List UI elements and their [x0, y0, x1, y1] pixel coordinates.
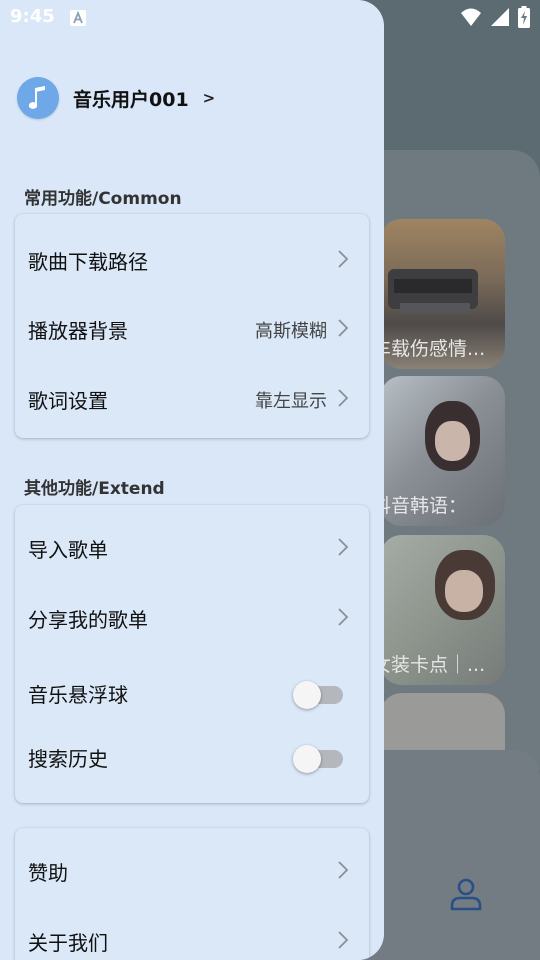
status-bar: 9:45	[0, 0, 540, 36]
setting-label: 分享我的歌单	[28, 608, 148, 632]
setting-label: 导入歌单	[28, 538, 108, 562]
setting-value: 靠左显示	[255, 391, 327, 412]
background-card-caption: 车载伤感情...	[380, 338, 486, 360]
chevron-right-icon	[338, 538, 349, 556]
user-icon	[450, 878, 482, 911]
setting-label: 搜索历史	[28, 747, 108, 771]
section-title-common: 常用功能/Common	[24, 189, 182, 209]
chevron-right-icon	[338, 250, 349, 268]
common-settings-card: 歌曲下载路径 播放器背景 高斯模糊 歌词设置 靠左显示	[15, 214, 369, 438]
menu-label: 赞助	[28, 861, 68, 885]
toggle-thumb	[293, 681, 321, 709]
status-time: 9:45	[10, 6, 55, 27]
user-profile-row[interactable]: 音乐用户001 >	[17, 76, 215, 120]
setting-floating-ball: 音乐悬浮球	[15, 667, 369, 717]
background-playlist-card: 抖音韩语：	[380, 376, 505, 526]
music-note-icon	[28, 86, 45, 109]
extend-settings-card: 导入歌单 分享我的歌单 音乐悬浮球 搜索历史	[15, 505, 369, 803]
menu-sponsor[interactable]: 赞助	[15, 845, 369, 895]
battery-icon	[518, 6, 530, 28]
setting-lyrics[interactable]: 歌词设置 靠左显示	[15, 373, 369, 423]
wifi-icon	[461, 8, 481, 26]
menu-label: 关于我们	[28, 931, 108, 955]
status-icons	[460, 6, 530, 28]
chevron-right-icon	[338, 389, 349, 407]
chevron-right-icon	[338, 861, 349, 879]
menu-about-us[interactable]: 关于我们	[15, 915, 369, 960]
background-playlist-card	[380, 693, 505, 750]
other-card: 赞助 关于我们	[15, 828, 369, 960]
background-playlist-card: 车载伤感情...	[380, 219, 505, 369]
background-card-caption: 女装卡点｜...	[380, 654, 486, 676]
background-card-caption: 抖音韩语：	[380, 495, 468, 517]
user-profile-arrow[interactable]: >	[203, 89, 216, 107]
setting-label: 播放器背景	[28, 319, 128, 343]
signal-icon	[491, 8, 509, 26]
background-playlist-card: 女装卡点｜...	[380, 535, 505, 685]
setting-label: 歌曲下载路径	[28, 250, 148, 274]
search-history-toggle[interactable]	[293, 745, 343, 773]
setting-label: 歌词设置	[28, 389, 108, 413]
setting-search-history: 搜索历史	[15, 731, 369, 781]
avatar[interactable]	[17, 77, 59, 119]
notification-a-icon	[70, 10, 86, 26]
section-title-extend: 其他功能/Extend	[24, 479, 165, 499]
floating-ball-toggle[interactable]	[293, 681, 343, 709]
chevron-right-icon	[338, 319, 349, 337]
setting-player-background[interactable]: 播放器背景 高斯模糊	[15, 303, 369, 353]
toggle-thumb	[293, 745, 321, 773]
chevron-right-icon	[338, 608, 349, 626]
chevron-right-icon	[338, 931, 349, 949]
username[interactable]: 音乐用户001	[73, 85, 189, 112]
setting-share-playlist[interactable]: 分享我的歌单	[15, 592, 369, 642]
setting-import-playlist[interactable]: 导入歌单	[15, 522, 369, 572]
setting-download-path[interactable]: 歌曲下载路径	[15, 234, 369, 284]
navigation-drawer: 音乐用户001 > 常用功能/Common 歌曲下载路径 播放器背景 高斯模糊 …	[0, 0, 384, 960]
setting-value: 高斯模糊	[255, 321, 327, 342]
setting-label: 音乐悬浮球	[28, 683, 128, 707]
